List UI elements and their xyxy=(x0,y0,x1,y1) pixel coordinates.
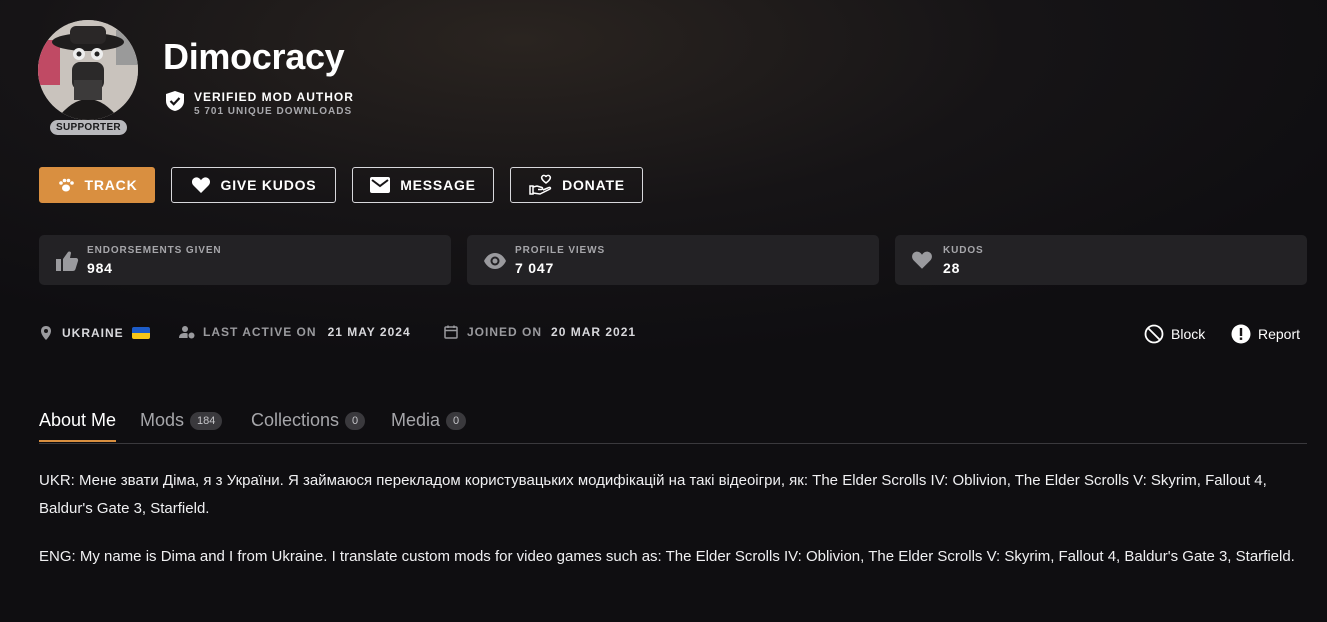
stat-label: KUDOS xyxy=(943,245,984,256)
stat-endorsements-given: ENDORSEMENTS GIVEN 984 xyxy=(39,235,451,285)
track-label: TRACK xyxy=(84,177,138,193)
stat-profile-views: PROFILE VIEWS 7 047 xyxy=(467,235,879,285)
profile-tabs: About Me Mods 184 Collections 0 Media 0 xyxy=(39,408,1307,444)
stat-value: 7 047 xyxy=(515,260,555,276)
tab-collections[interactable]: Collections 0 xyxy=(251,410,366,431)
active-tab-indicator xyxy=(39,440,116,442)
tab-label: About Me xyxy=(39,410,117,430)
avatar-image xyxy=(38,20,138,120)
give-kudos-button[interactable]: GIVE KUDOS xyxy=(171,167,336,203)
thumbs-up-icon xyxy=(56,251,79,271)
tab-media[interactable]: Media 0 xyxy=(391,410,467,431)
last-active-date: 21 MAY 2024 xyxy=(327,325,411,339)
username: Dimocracy xyxy=(163,36,345,77)
last-active: LAST ACTIVE ON 21 MAY 2024 xyxy=(179,325,411,339)
envelope-icon xyxy=(370,177,391,193)
tab-count: 0 xyxy=(446,411,467,430)
avatar[interactable] xyxy=(38,20,138,120)
donate-hand-heart-icon xyxy=(529,174,552,195)
location: UKRAINE xyxy=(40,325,150,341)
donate-button[interactable]: DONATE xyxy=(510,167,643,203)
avatar-block: SUPPORTER xyxy=(38,20,140,138)
report-alert-icon xyxy=(1231,324,1251,344)
ukraine-flag-icon xyxy=(131,327,150,339)
block-link[interactable]: Block xyxy=(1144,324,1205,344)
block-label: Block xyxy=(1171,326,1206,342)
tab-count: 184 xyxy=(190,411,223,430)
joined-date: 20 MAR 2021 xyxy=(551,325,637,339)
track-button[interactable]: TRACK xyxy=(39,167,155,203)
stat-label: ENDORSEMENTS GIVEN xyxy=(87,245,222,256)
verified-label: VERIFIED MOD AUTHOR xyxy=(194,90,354,104)
supporter-badge: SUPPORTER xyxy=(50,120,127,135)
heart-icon xyxy=(191,177,210,193)
about-eng-paragraph: ENG: My name is Dima and I from Ukraine.… xyxy=(39,548,1295,565)
joined: JOINED ON 20 MAR 2021 xyxy=(444,325,636,339)
tab-label: Media xyxy=(391,410,441,430)
report-link[interactable]: Report xyxy=(1231,324,1300,344)
last-active-label: LAST ACTIVE ON xyxy=(203,325,317,339)
tab-about-me[interactable]: About Me xyxy=(39,410,116,431)
heart-icon xyxy=(912,251,932,269)
stat-kudos: KUDOS 28 xyxy=(895,235,1307,285)
donate-label: DONATE xyxy=(562,177,625,193)
tab-label: Collections xyxy=(251,410,340,430)
verified-shield-icon xyxy=(166,91,184,111)
stat-value: 28 xyxy=(943,260,961,276)
tab-label: Mods xyxy=(140,410,185,430)
report-label: Report xyxy=(1258,326,1301,342)
unique-downloads: 5 701 UNIQUE DOWNLOADS xyxy=(194,106,353,117)
about-ukr-paragraph: UKR: Мене звати Діма, я з України. Я зай… xyxy=(39,472,1267,517)
country-label: UKRAINE xyxy=(62,326,124,340)
paw-icon xyxy=(58,178,74,192)
message-button[interactable]: MESSAGE xyxy=(352,167,494,203)
tab-count: 0 xyxy=(345,411,366,430)
eye-icon xyxy=(484,253,506,269)
give-kudos-label: GIVE KUDOS xyxy=(220,177,317,193)
tab-mods[interactable]: Mods 184 xyxy=(140,410,223,431)
location-pin-icon xyxy=(41,326,51,340)
stat-value: 984 xyxy=(87,260,113,276)
joined-label: JOINED ON xyxy=(467,325,543,339)
verified-author-block: VERIFIED MOD AUTHOR 5 701 UNIQUE DOWNLOA… xyxy=(165,90,354,117)
message-label: MESSAGE xyxy=(400,177,476,193)
stat-label: PROFILE VIEWS xyxy=(515,245,606,256)
block-icon xyxy=(1144,324,1164,344)
user-clock-icon xyxy=(179,326,195,339)
calendar-icon xyxy=(444,325,458,339)
